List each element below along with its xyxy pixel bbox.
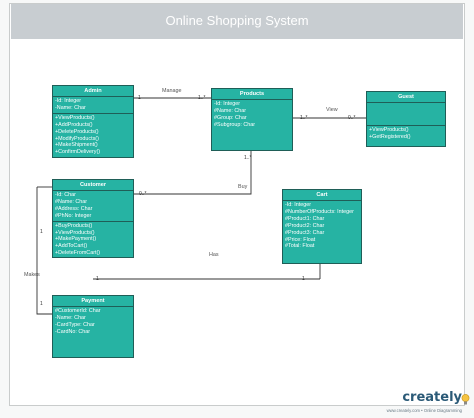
attribute: #PhNo: Integer [55,212,92,219]
class-cart-name: Cart [283,190,361,201]
class-admin-methods: +ViewProducts() +AddProducts() +DeletePr… [53,114,133,157]
attribute: #Address: Char [55,205,93,212]
method: +DeleteFromCart() [55,250,101,257]
attribute: #NumberOfProducts: Integer [285,208,354,215]
class-guest-attributes [367,103,445,126]
has-source-mult: 1 [96,276,99,282]
attribute: -Id: Integer [214,101,241,107]
class-payment-attributes: #CustomerId: Char -Name: Char -CardType:… [53,307,133,337]
attribute: #Name: Char [214,107,247,114]
attribute: #CustomerId: Char [55,308,101,314]
attribute: -CardNo: Char [55,328,91,335]
method: +GetRegistered() [369,133,411,140]
view-target-mult: 0..* [348,115,356,121]
method: +DeleteProducts() [55,128,99,135]
class-products-name: Products [212,89,292,100]
class-payment-name: Payment [53,296,133,307]
class-payment[interactable]: Payment #CustomerId: Char -Name: Char -C… [52,295,134,358]
method: +ModifyProducts() [55,135,99,142]
class-guest[interactable]: Guest +ViewProducts() +GetRegistered() [366,91,446,147]
manage-source-mult: 1 [138,95,141,101]
method: +AddToCart() [55,243,88,250]
manage-label: Manage [162,88,182,94]
view-label: View [326,107,338,113]
makes-line [36,187,52,315]
class-admin-name: Admin [53,86,133,97]
attribute: -Name: Char [55,314,86,321]
method: +MakePayment() [55,236,97,243]
attribute: #Product3: Char [285,229,325,236]
attribute: #Product2: Char [285,222,325,229]
has-label: Has [209,252,219,258]
creately-logo: creately [402,390,462,405]
attribute: -Name: Char [55,104,86,111]
class-products[interactable]: Products -Id: Integer #Name: Char #Group… [211,88,293,151]
attribute: -CardType: Char [55,321,95,328]
class-admin[interactable]: Admin -Id: Integer -Name: Char +ViewProd… [52,85,134,158]
attribute: #Name: Char [55,198,88,205]
attribute: #Product1: Char [285,215,325,222]
logo-text: creately [402,390,462,405]
attribute: #Total: Float [285,243,315,250]
class-customer-methods: +BuyProducts() +ViewProducts() +MakePaym… [53,222,133,259]
method: +MakeShipment() [55,142,98,149]
attribute: -Id: Integer [285,202,312,208]
makes-label: Makes [24,272,40,278]
method: +BuyProducts() [55,222,93,229]
attribute: #Price: Float [285,236,316,243]
method: +ConfirmDelivery() [55,149,101,156]
class-guest-name: Guest [367,92,445,103]
makes-source-mult: 1 [40,229,43,235]
class-customer-attributes: -Id: Char #Name: Char #Address: Char #Ph… [53,191,133,222]
class-customer-name: Customer [53,180,133,191]
makes-target-mult: 1 [40,301,43,307]
method: +ViewProducts() [369,127,409,133]
view-source-mult: 1..* [300,115,308,121]
class-products-attributes: -Id: Integer #Name: Char #Group: Char #S… [212,100,292,130]
class-guest-methods: +ViewProducts() +GetRegistered() [367,126,445,142]
class-cart-attributes: -Id: Integer #NumberOfProducts: Integer … [283,201,361,251]
attribute: -Id: Integer [55,98,82,104]
buy-label: Buy [238,184,248,190]
method: +ViewProducts() [55,114,95,121]
method: +ViewProducts() [55,229,95,236]
buy-line [134,151,252,195]
attribute: #Subgroup: Char [214,121,256,128]
lightbulb-icon [461,394,470,405]
class-customer[interactable]: Customer -Id: Char #Name: Char #Address:… [52,179,134,258]
creately-url: www.creately.com • Online Diagramming [386,408,462,413]
has-target-mult: 1 [302,276,305,282]
buy-target-mult: 1..* [244,155,252,161]
class-cart[interactable]: Cart -Id: Integer #NumberOfProducts: Int… [282,189,362,264]
class-admin-attributes: -Id: Integer -Name: Char [53,97,133,114]
method: +AddProducts() [55,121,93,128]
buy-source-mult: 0..* [139,191,147,197]
attribute: -Id: Char [55,192,76,198]
attribute: #Group: Char [214,114,247,121]
manage-target-mult: 1..* [198,95,206,101]
